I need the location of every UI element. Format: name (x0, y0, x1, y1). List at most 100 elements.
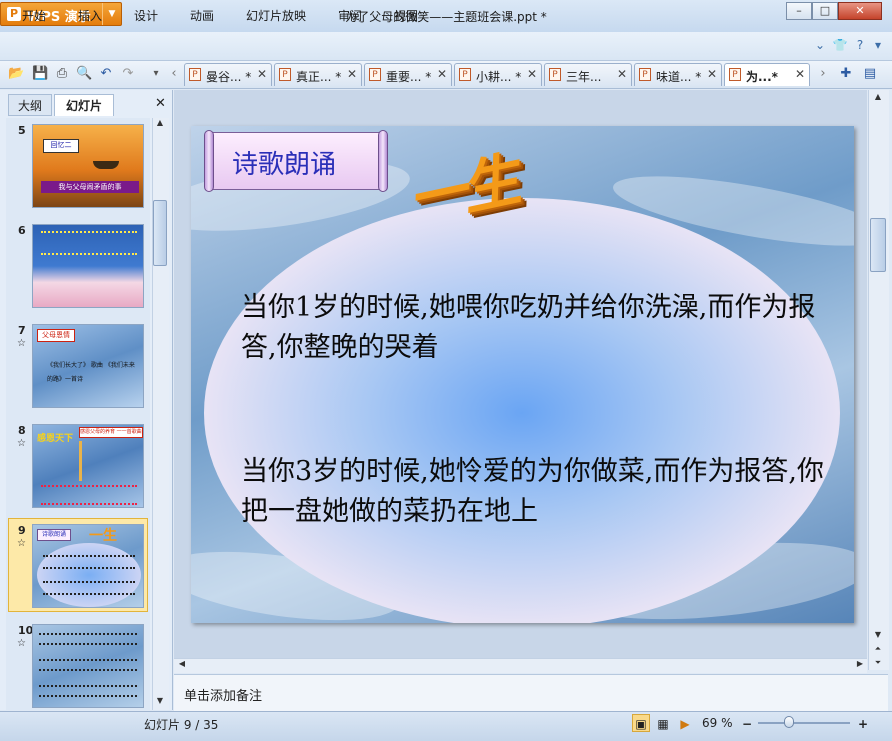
doc-tab[interactable]: P 曼谷... * ✕ (184, 63, 272, 86)
slide-number: 8 (18, 424, 26, 437)
scroll-up-arrow-icon[interactable]: ▲ (868, 92, 888, 104)
save-icon[interactable]: 💾 (32, 66, 48, 82)
print-icon[interactable]: ⎙ (54, 66, 70, 82)
doc-tab-label: 三年... (566, 70, 602, 84)
doc-tab[interactable]: P 味道... * ✕ (634, 63, 722, 86)
doc-tab[interactable]: P 三年... ✕ (544, 63, 632, 86)
customize-dropdown-icon[interactable]: ▾ (148, 66, 164, 82)
zoom-slider-track[interactable] (758, 722, 850, 724)
boat-shape (93, 161, 119, 169)
chevron-left-icon[interactable]: ‹ (166, 66, 182, 82)
slide-canvas[interactable]: 诗歌朗诵 一生 当你1岁的时候,她喂你吃奶并给你洗澡,而作为报答,你整晚的哭着 … (191, 126, 854, 623)
slide-counter: 幻灯片 9 / 35 (144, 718, 219, 732)
thumb-text-lines (39, 685, 137, 697)
tab-list-icon[interactable]: ▤ (862, 66, 878, 82)
previous-slide-icon[interactable]: ⏶ (868, 644, 888, 656)
horizontal-scrollbar[interactable] (174, 658, 867, 673)
ellipse-shape[interactable] (204, 198, 840, 623)
next-slide-icon[interactable]: ⏷ (868, 658, 888, 670)
slide-number: 5 (18, 124, 26, 137)
slide-thumbnail[interactable] (32, 224, 144, 308)
scrollbar-thumb[interactable] (153, 200, 167, 266)
slide-thumbnail[interactable]: 父母恩情 《我们长大了》 歌曲 《我们未来的路》一首诗 (32, 324, 144, 408)
title-scroll-banner[interactable]: 诗歌朗诵 (204, 130, 388, 192)
ppt-file-icon: P (549, 68, 561, 81)
doc-tab-label: 曼谷... * (206, 70, 252, 84)
thumb-text-lines (39, 633, 137, 645)
doc-tab[interactable]: P 真正... * ✕ (274, 63, 362, 86)
thumb-text-lines (39, 659, 137, 671)
tab-slides[interactable]: 幻灯片 (54, 94, 114, 116)
thumb-text-lines (43, 581, 135, 595)
animation-star-icon: ☆ (17, 638, 26, 649)
notes-placeholder: 单击添加备注 (184, 689, 263, 704)
slide-thumbnail[interactable]: 感恩天下 感恩父母的养育 一一首歌曲 (32, 424, 144, 508)
menu-design[interactable]: 设计 (134, 7, 158, 24)
close-icon[interactable]: ✕ (795, 67, 805, 81)
skin-icon[interactable]: 👕 (832, 37, 848, 53)
scroll-down-arrow-icon[interactable]: ▼ (152, 696, 168, 708)
scroll-left-arrow-icon[interactable]: ◀ (176, 659, 188, 671)
scroll-up-arrow-icon[interactable]: ▲ (152, 118, 168, 130)
zoom-in-icon[interactable]: + (854, 714, 872, 732)
thumb-text-lines (41, 231, 137, 255)
chevron-down-icon[interactable]: ⌄ (812, 37, 828, 53)
thumb-title: 回忆二 (43, 139, 79, 153)
maximize-button[interactable]: □ (812, 2, 838, 20)
new-tab-icon[interactable]: ✚ (838, 66, 854, 82)
slide-number: 9 (18, 524, 26, 537)
scroll-down-arrow-icon[interactable]: ▼ (868, 630, 888, 642)
scroll-right-arrow-icon[interactable]: ▶ (854, 659, 866, 671)
menu-review[interactable]: 审阅 (338, 7, 362, 24)
poem-paragraph-2[interactable]: 当你3岁的时候,她怜爱的为你做菜,而作为报答,你把一盘她做的菜扔在地上 (241, 452, 831, 532)
close-icon[interactable]: ✕ (347, 67, 357, 81)
help-icon[interactable]: ? (852, 37, 868, 53)
zoom-out-icon[interactable]: − (738, 714, 756, 732)
zoom-slider-handle[interactable] (784, 716, 794, 728)
zoom-level: 69 % (702, 716, 733, 730)
menu-home[interactable]: 开始 (22, 7, 46, 24)
thumb-text-lines (41, 485, 137, 505)
doc-tab-label: 重要... * (386, 70, 432, 84)
menu-animation[interactable]: 动画 (190, 7, 214, 24)
thumb-title: 感恩天下 (37, 434, 74, 444)
close-icon[interactable]: ✕ (155, 96, 166, 111)
normal-view-icon[interactable]: ▣ (632, 714, 650, 732)
thumb-caption: 《我们长大了》 歌曲 《我们未来的路》一首诗 (47, 362, 135, 383)
close-icon[interactable]: ✕ (707, 67, 717, 81)
slide-thumbnail[interactable]: 诗歌朗诵 一生 (32, 524, 144, 608)
doc-tab-active[interactable]: P 为...* ✕ (724, 63, 810, 86)
print-preview-icon[interactable]: 🔍 (76, 66, 92, 82)
doc-tab[interactable]: P 小耕... * ✕ (454, 63, 542, 86)
doc-tab[interactable]: P 重要... * ✕ (364, 63, 452, 86)
menu-insert[interactable]: 插入 (78, 7, 102, 24)
thumb-ellipse (37, 543, 141, 607)
poem-paragraph-1[interactable]: 当你1岁的时候,她喂你吃奶并给你洗澡,而作为报答,你整晚的哭着 (241, 288, 831, 368)
chevron-down-icon[interactable]: ▾ (870, 37, 886, 53)
menu-slideshow[interactable]: 幻灯片放映 (246, 7, 306, 24)
undo-icon[interactable]: ↶ (98, 66, 114, 82)
banner-title: 诗歌朗诵 (232, 150, 337, 180)
close-icon[interactable]: ✕ (617, 67, 627, 81)
slideshow-play-icon[interactable]: ▶ (676, 714, 694, 732)
doc-tab-label: 味道... * (656, 70, 702, 84)
tab-outline[interactable]: 大纲 (8, 94, 52, 116)
slide-thumbnail[interactable] (32, 624, 144, 708)
close-icon[interactable]: ✕ (527, 67, 537, 81)
menu-view[interactable]: 视图 (394, 7, 418, 24)
slide-thumbnail[interactable]: 回忆二 我与父母闹矛盾的事 (32, 124, 144, 208)
slide-sorter-icon[interactable]: ▦ (654, 714, 672, 732)
open-folder-icon[interactable]: 📂 (8, 66, 24, 82)
close-icon[interactable]: ✕ (437, 67, 447, 81)
notes-pane[interactable]: 单击添加备注 (174, 674, 888, 711)
doc-tab-label: 真正... * (296, 70, 342, 84)
chevron-right-icon[interactable]: › (815, 66, 831, 82)
doc-tab-label: 为...* (746, 70, 778, 84)
close-icon[interactable]: ✕ (257, 67, 267, 81)
scrollbar-thumb[interactable] (870, 218, 886, 272)
redo-icon[interactable]: ↷ (120, 66, 136, 82)
close-button[interactable]: ✕ (838, 2, 882, 20)
slide-number: 7 (18, 324, 26, 337)
slide-scrollbar[interactable] (868, 90, 889, 670)
minimize-button[interactable]: – (786, 2, 812, 20)
